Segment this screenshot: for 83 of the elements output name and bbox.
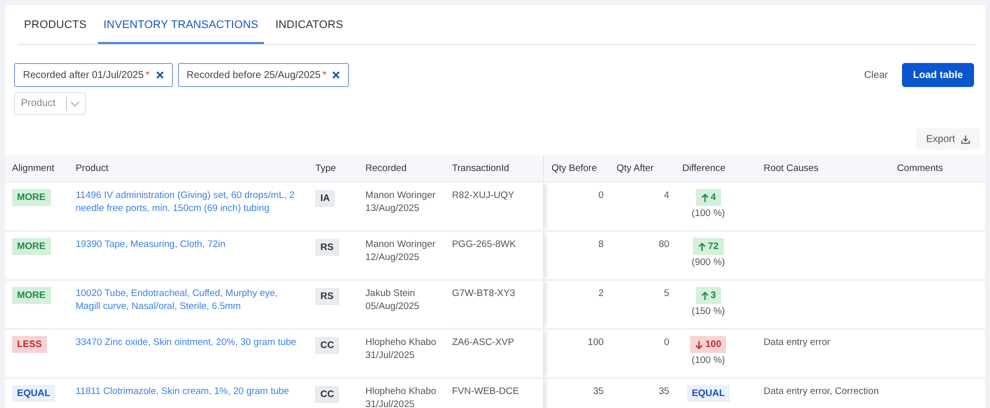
product-link[interactable]: 10020 Tube, Endotracheal, Cuffed, Murphy eye, Magill curve, Nasal/oral, Sterile, 6.5mm <box>76 287 308 313</box>
difference-badge: 72 <box>693 238 724 255</box>
type-badge: RS <box>315 239 339 256</box>
recorded-by: Manon Woringer <box>365 189 436 202</box>
column-header: Type <box>308 155 358 182</box>
up-arrow-icon <box>700 192 709 202</box>
select-placeholder: Product <box>21 98 56 109</box>
tab[interactable]: PRODUCTS <box>18 5 93 44</box>
table-cell: 35 <box>658 386 670 397</box>
difference-badge: 100 <box>690 336 726 353</box>
table-cell: 5 <box>664 288 670 299</box>
table-cell: 0 <box>598 190 604 201</box>
column-header: Alignment <box>5 155 69 182</box>
recorded-by: Hlopheho Khabo <box>365 385 438 398</box>
clear-button[interactable]: Clear <box>858 68 894 82</box>
recorded-date: 31/Jul/2025 <box>365 398 416 408</box>
up-arrow-icon <box>700 290 709 300</box>
table-cell: 80 <box>658 239 670 250</box>
up-arrow-icon <box>698 242 706 252</box>
table-cell: 2 <box>598 288 604 299</box>
filter-chip[interactable]: Recorded before 25/Aug/2025 * <box>178 63 350 87</box>
recorded-date: 13/Aug/2025 <box>365 202 420 215</box>
column-header: Recorded <box>358 155 445 182</box>
difference-badge: EQUAL <box>686 385 730 402</box>
column-header: Qty Before <box>544 155 610 182</box>
required-mark: * <box>322 70 326 80</box>
chevron-down-icon <box>70 100 80 106</box>
column-header: Product <box>68 155 308 182</box>
table-cell: 0 <box>664 337 670 348</box>
download-icon <box>961 134 970 144</box>
table-cell: 4 <box>664 190 670 201</box>
difference-badge: 3 <box>696 287 721 304</box>
type-badge: IA <box>315 190 335 207</box>
product-link[interactable]: 11496 IV administration (Giving) set, 60 drops/mL, 2 needle free ports, min. 150cm (69 inch) tubing <box>76 189 308 215</box>
recorded-date: 12/Aug/2025 <box>365 251 420 264</box>
column-header: Difference <box>675 155 757 182</box>
difference-percent: (100 %) <box>692 354 725 367</box>
filter-label: Recorded before 25/Aug/2025 <box>186 70 321 80</box>
close-icon[interactable] <box>332 71 340 79</box>
table-cell: R82-XUJ-UQY <box>452 190 514 201</box>
recorded-by: Jakub Stein <box>365 287 416 300</box>
product-link[interactable]: 19390 Tape, Measuring, Cloth, 72in <box>76 238 308 251</box>
table-cell: PGG-265-8WK <box>452 239 516 250</box>
difference-percent: (900 %) <box>692 256 725 269</box>
recorded-by: Manon Woringer <box>365 238 436 251</box>
recorded-date: 31/Jul/2025 <box>365 349 416 362</box>
table-cell: 100 <box>588 337 604 348</box>
column-header: Root Causes <box>756 155 890 182</box>
type-badge: CC <box>315 337 340 354</box>
alignment-badge: EQUAL <box>12 385 56 402</box>
root-causes: Data entry error, Correction <box>764 386 879 397</box>
product-link[interactable]: 33470 Zinc oxide, Skin ointment, 20%, 30 gram tube <box>76 336 308 349</box>
difference-percent: (100 %) <box>692 207 725 220</box>
column-header: Qty After <box>610 155 676 182</box>
type-badge: RS <box>315 288 339 305</box>
recorded-by: Hlopheho Khabo <box>365 336 438 349</box>
difference-percent: (150 %) <box>692 305 725 318</box>
table-cell: ZA6-ASC-XVP <box>452 337 514 348</box>
filter-chip[interactable]: Recorded after 01/Jul/2025 * <box>14 63 173 87</box>
product-select[interactable]: Product <box>14 92 86 115</box>
table-cell: 35 <box>593 386 604 397</box>
required-mark: * <box>146 70 150 80</box>
export-button[interactable]: Export <box>916 128 980 150</box>
close-icon[interactable] <box>156 71 164 79</box>
filter-label: Recorded after 01/Jul/2025 <box>23 70 144 80</box>
column-header: TransactionId <box>444 155 544 182</box>
alignment-badge: MORE <box>12 189 50 206</box>
alignment-badge: LESS <box>12 336 47 353</box>
root-causes: Data entry error <box>764 337 830 348</box>
recorded-date: 05/Aug/2025 <box>365 300 420 313</box>
type-badge: CC <box>315 386 340 403</box>
down-arrow-icon <box>695 340 704 350</box>
alignment-badge: MORE <box>12 287 50 304</box>
tab[interactable]: INVENTORY TRANSACTIONS <box>98 5 264 44</box>
alignment-badge: MORE <box>12 238 50 255</box>
table-cell: 8 <box>598 239 604 250</box>
tab[interactable]: INDICATORS <box>269 5 350 44</box>
table-cell: G7W-BT8-XY3 <box>452 288 516 299</box>
column-header: Comments <box>890 155 985 182</box>
difference-badge: 4 <box>696 189 721 206</box>
product-link[interactable]: 11811 Clotrimazole, Skin cream, 1%, 20 gram tube <box>76 385 308 398</box>
table-cell: FVN-WEB-DCE <box>452 386 519 397</box>
load-table-button[interactable]: Load table <box>902 63 974 87</box>
